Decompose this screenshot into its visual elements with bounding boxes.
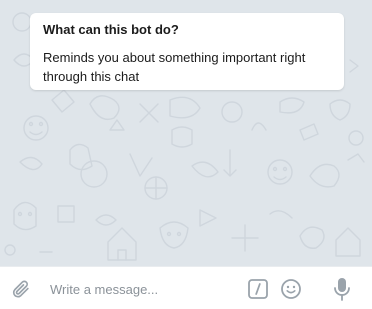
voice-message-button[interactable] <box>330 275 354 303</box>
message-composer <box>0 266 372 309</box>
paperclip-icon <box>12 280 29 298</box>
bot-info-title: What can this bot do? <box>43 22 179 37</box>
chat-area: What can this bot do? Reminds you about … <box>0 0 372 266</box>
bot-commands-button[interactable] <box>246 277 270 301</box>
message-input[interactable] <box>50 279 235 299</box>
attach-button[interactable] <box>8 276 34 302</box>
microphone-icon <box>334 278 350 301</box>
bot-info-card: What can this bot do? Reminds you about … <box>30 13 344 90</box>
bot-info-description: Reminds you about something important ri… <box>43 50 306 84</box>
emoji-button[interactable] <box>279 277 303 301</box>
smiley-icon <box>281 279 301 299</box>
slash-commands-icon <box>248 279 268 299</box>
